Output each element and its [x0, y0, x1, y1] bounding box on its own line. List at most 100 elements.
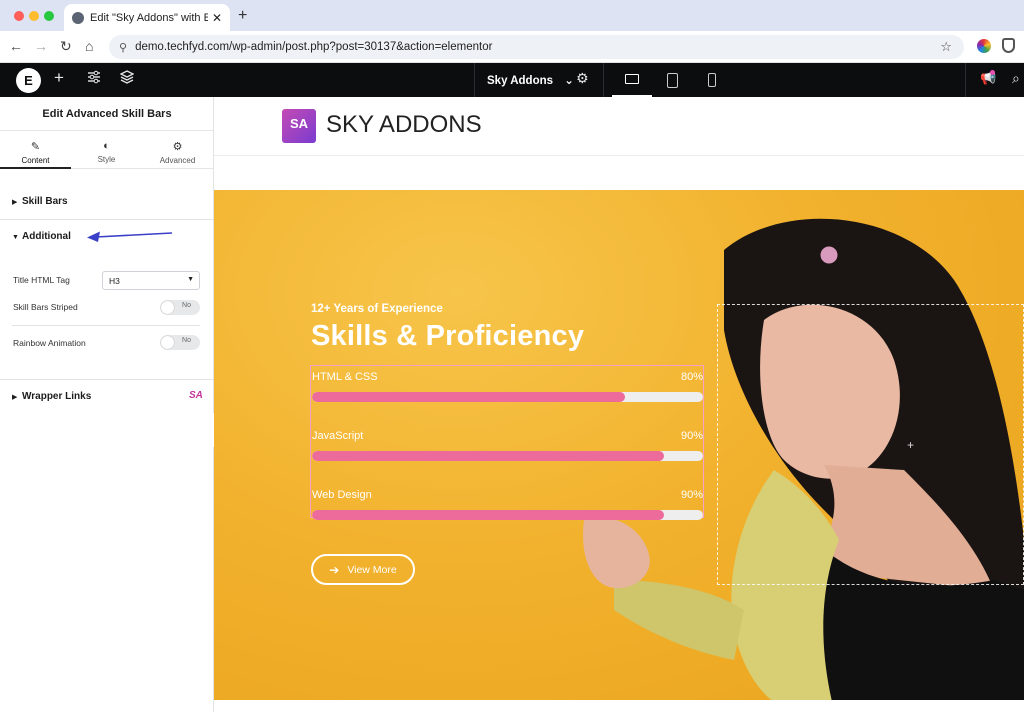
add-element-icon[interactable]: + — [54, 68, 64, 88]
hero-subtitle: 12+ Years of Experience — [311, 303, 443, 315]
maximize-window-button[interactable] — [44, 11, 54, 21]
toggle-knob — [161, 301, 174, 314]
divider — [965, 63, 966, 97]
page-settings-gear-icon[interactable]: ⚙ — [576, 70, 589, 87]
tab-label: Style — [97, 155, 116, 164]
globe-icon — [72, 11, 84, 24]
panel-title: Edit Advanced Skill Bars — [0, 97, 214, 131]
skill-fill — [312, 392, 625, 402]
skill-percent: 80% — [680, 371, 703, 383]
section-label: Wrapper Links — [22, 391, 92, 402]
divider — [0, 219, 214, 220]
skill-track — [312, 451, 703, 461]
skill-percent: 90% — [680, 430, 703, 442]
mobile-view-button[interactable] — [692, 63, 732, 97]
minimize-window-button[interactable] — [29, 11, 39, 21]
skill-track — [312, 510, 703, 520]
browser-toolbar: ← → ↻ ⌂ ⚲ demo.techfyd.com/wp-admin/post… — [0, 31, 1024, 63]
url-text: demo.techfyd.com/wp-admin/post.php?post=… — [135, 41, 493, 53]
rainbow-animation-label: Rainbow Animation — [13, 338, 86, 348]
desktop-icon — [625, 74, 639, 84]
caret-right-icon: ▶ — [12, 199, 18, 206]
title-html-tag-label: Title HTML Tag — [13, 275, 70, 285]
title-html-tag-select[interactable]: H3 ▼ — [102, 271, 200, 290]
mobile-icon — [708, 73, 716, 87]
editor-panel: Edit Advanced Skill Bars ✎ Content ◐ Sty… — [0, 97, 214, 712]
caret-down-icon: ▼ — [12, 234, 19, 241]
toggle-knob — [161, 336, 174, 349]
tab-style[interactable]: ◐ Style — [71, 131, 142, 169]
tablet-view-button[interactable] — [652, 63, 692, 97]
toggle-state: No — [182, 302, 191, 309]
color-extension-icon[interactable] — [977, 39, 991, 53]
site-header: SA SKY ADDONS — [214, 97, 1024, 156]
sky-addons-badge-icon: SA — [189, 390, 203, 401]
select-value: H3 — [109, 276, 120, 286]
reload-icon[interactable]: ↻ — [60, 38, 72, 55]
shield-extension-icon[interactable] — [1002, 38, 1015, 53]
selected-column-outline — [717, 304, 1024, 585]
section-label: Skill Bars — [22, 196, 68, 207]
skill-name: HTML & CSS — [312, 371, 378, 383]
tab-title: Edit "Sky Addons" with Elem — [90, 11, 208, 24]
skill-percent: 90% — [680, 489, 703, 501]
browser-tab[interactable]: Edit "Sky Addons" with Elem ✕ — [64, 4, 230, 31]
sky-addons-logo: SA — [282, 109, 316, 143]
contrast-icon: ◐ — [103, 140, 110, 152]
new-tab-button[interactable]: + — [238, 7, 247, 25]
tab-content[interactable]: ✎ Content — [0, 131, 71, 169]
divider — [12, 325, 200, 326]
structure-layers-icon[interactable] — [119, 70, 135, 88]
page-selector[interactable]: Sky Addons ⌄ — [487, 73, 574, 87]
brand-name: SKY ADDONS — [326, 111, 482, 138]
page-name: Sky Addons — [487, 75, 554, 87]
browser-tab-bar: Edit "Sky Addons" with Elem ✕ + — [0, 0, 1024, 31]
tab-advanced[interactable]: ⚙ Advanced — [142, 131, 213, 169]
skill-bars-striped-label: Skill Bars Striped — [13, 302, 78, 312]
rainbow-animation-toggle[interactable]: No — [160, 335, 200, 350]
tab-label: Advanced — [159, 156, 196, 165]
tab-label: Content — [21, 156, 50, 165]
caret-right-icon: ▶ — [12, 394, 18, 401]
elementor-logo-icon[interactable]: E — [16, 68, 41, 93]
view-more-button[interactable]: ➔ View More — [311, 554, 415, 585]
hero-heading: Skills & Proficiency — [311, 320, 585, 352]
close-tab-icon[interactable]: ✕ — [212, 11, 222, 25]
back-arrow-icon[interactable]: ← — [9, 38, 23, 54]
crosshair-icon: + — [907, 438, 915, 452]
tablet-icon — [666, 72, 678, 88]
section-label: Additional — [22, 231, 71, 242]
divider — [474, 63, 475, 97]
skill-fill — [312, 510, 664, 520]
dropdown-arrow-icon: ▼ — [187, 276, 194, 283]
skill-name: Web Design — [312, 489, 372, 501]
elementor-top-bar: E + Sky Addons ⌄ ⚙ 📢 ⌕ — [0, 63, 1024, 97]
search-icon[interactable]: ⌕ — [1012, 70, 1020, 87]
address-bar[interactable]: ⚲ demo.techfyd.com/wp-admin/post.php?pos… — [109, 35, 964, 59]
section-skill-bars[interactable]: ▶ Skill Bars — [0, 196, 214, 207]
hero-section[interactable]: + 12+ Years of Experience Skills & Profi… — [214, 190, 1024, 700]
bookmark-star-icon[interactable]: ☆ — [940, 39, 952, 55]
forward-arrow-icon[interactable]: → — [34, 38, 48, 54]
chevron-down-icon: ⌄ — [564, 75, 574, 87]
site-settings-sliders-icon[interactable] — [87, 70, 101, 88]
annotation-arrow-icon — [87, 231, 173, 242]
divider — [0, 379, 214, 380]
preview-canvas: SA SKY ADDONS + 12+ Years of Experience … — [214, 97, 1024, 712]
notification-dot — [990, 70, 995, 75]
skill-name: JavaScript — [312, 430, 364, 442]
pencil-icon: ✎ — [30, 141, 41, 153]
button-label: View More — [347, 563, 397, 576]
divider — [603, 63, 604, 97]
gear-icon: ⚙ — [172, 141, 183, 153]
desktop-view-button[interactable] — [612, 63, 652, 97]
skill-fill — [312, 451, 664, 461]
site-settings-icon[interactable]: ⚲ — [119, 41, 127, 54]
section-wrapper-links[interactable]: ▶ Wrapper Links — [0, 391, 214, 402]
skill-bars-striped-toggle[interactable]: No — [160, 300, 200, 315]
arrow-right-icon: ➔ — [329, 562, 340, 577]
advanced-skill-bars-widget[interactable]: HTML & CSS 80% JavaScript 90% Web Design… — [310, 365, 704, 520]
close-window-button[interactable] — [14, 11, 24, 21]
panel-tabs: ✎ Content ◐ Style ⚙ Advanced — [0, 131, 214, 169]
home-icon[interactable]: ⌂ — [85, 38, 93, 54]
